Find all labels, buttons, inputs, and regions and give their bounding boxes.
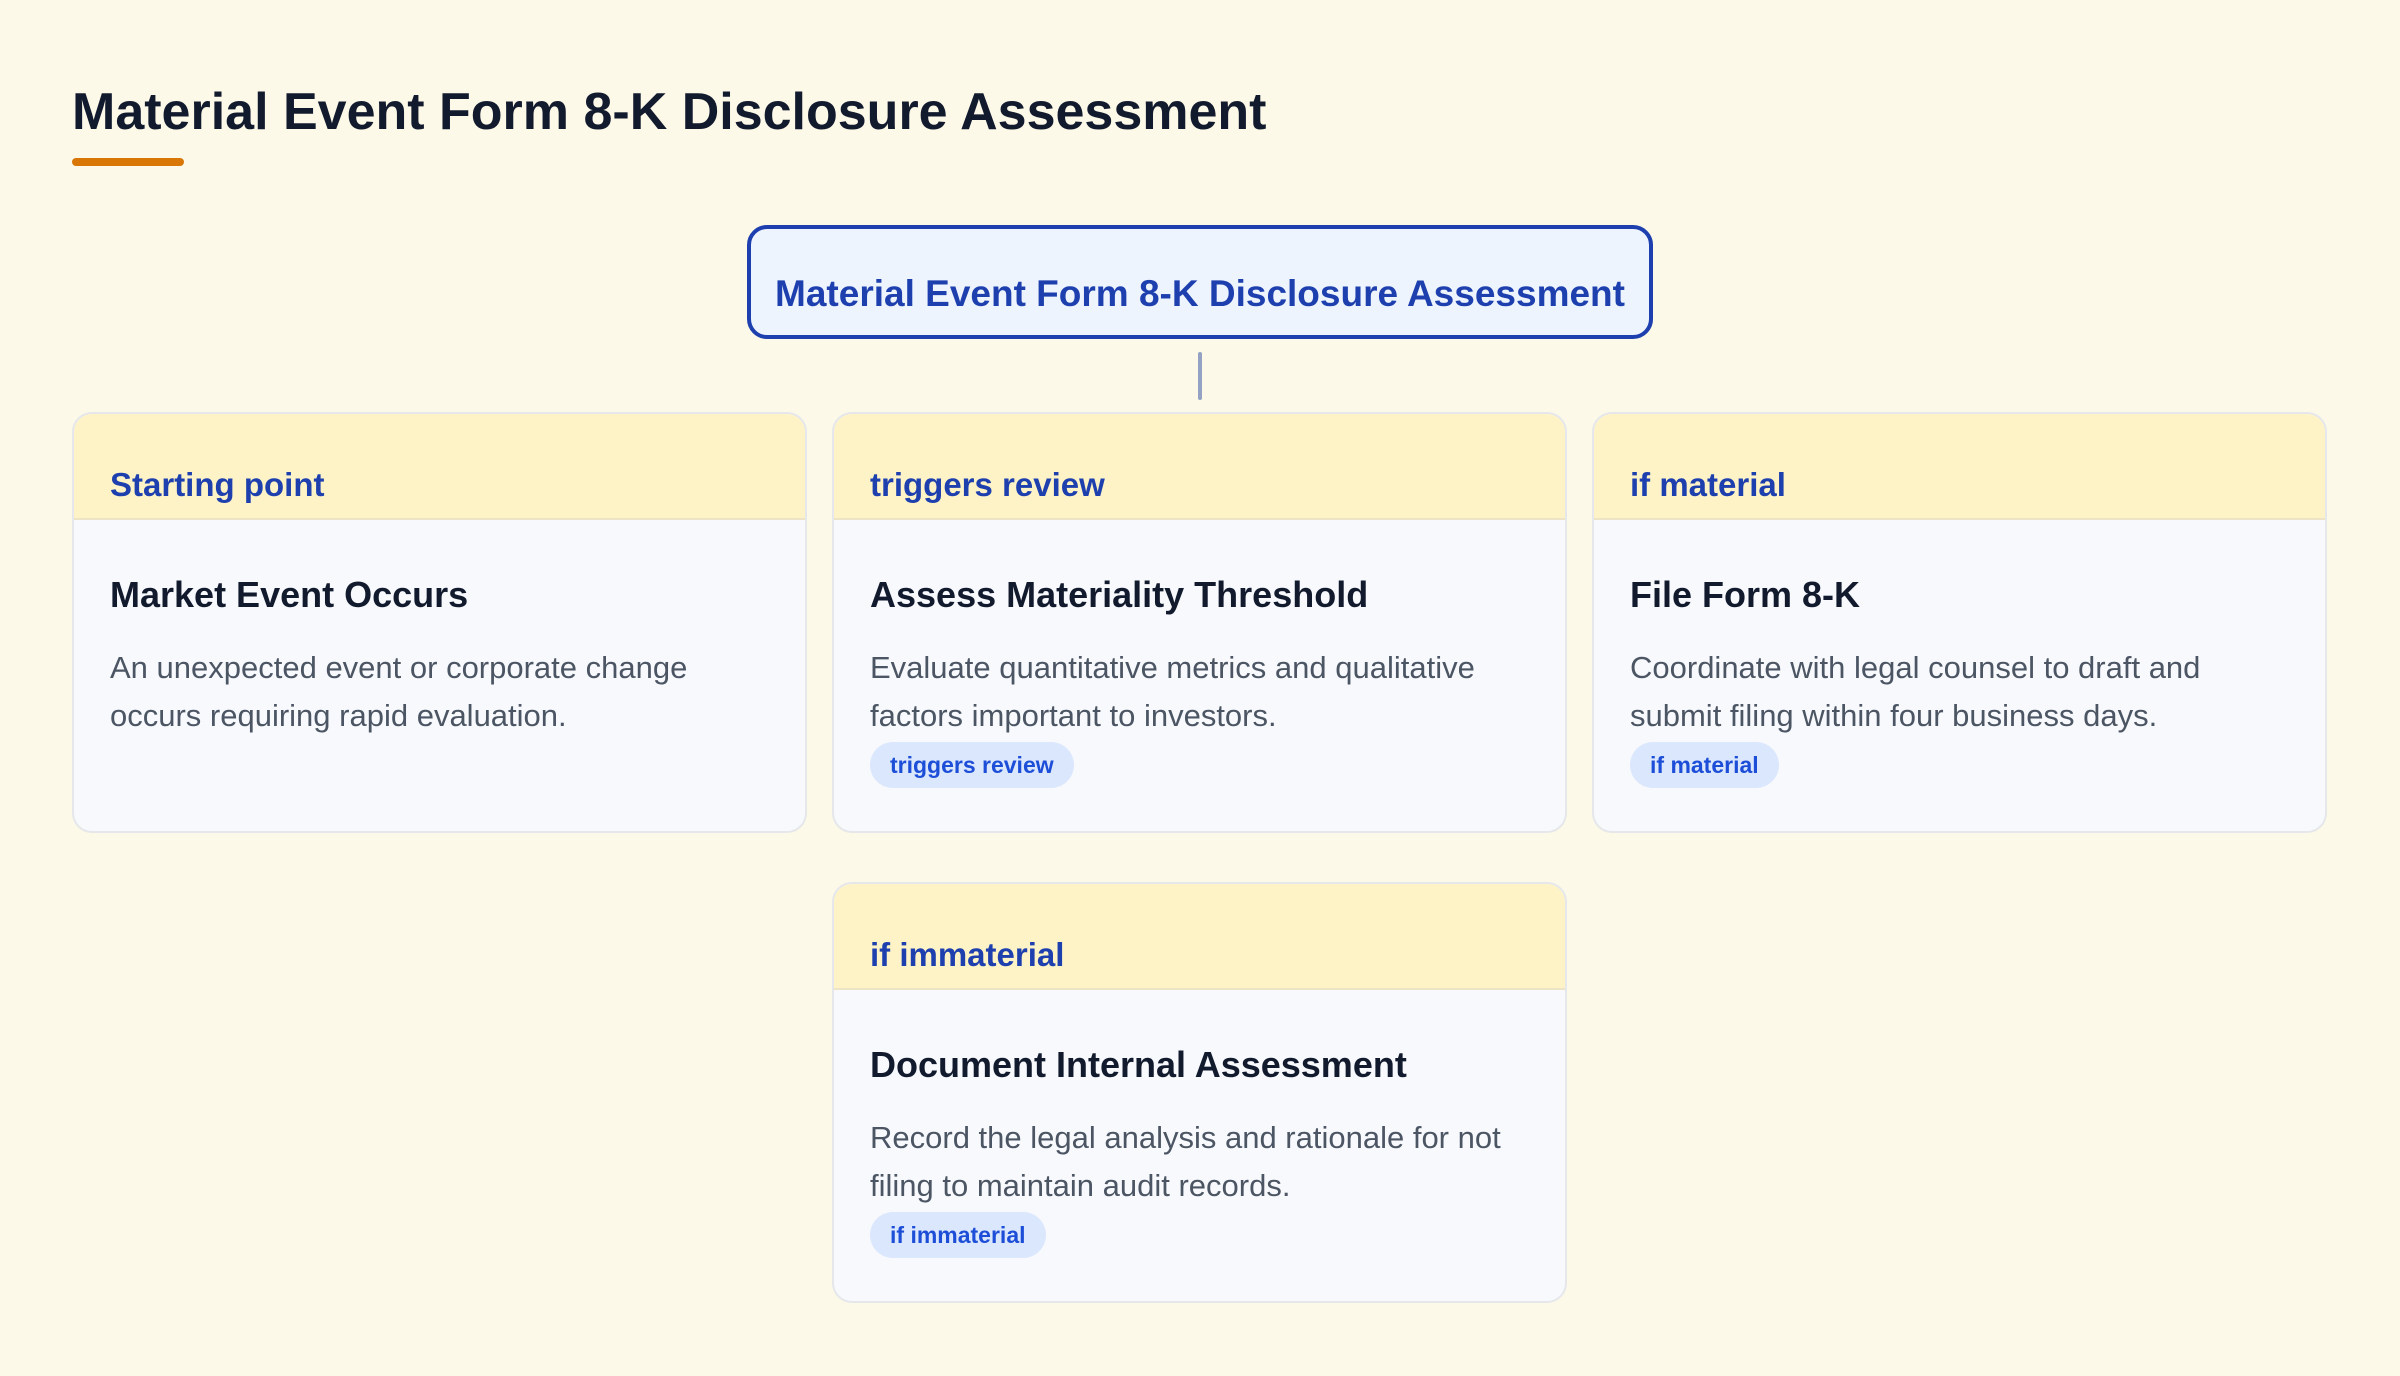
- step-card-title: Document Internal Assessment: [870, 1044, 1407, 1085]
- step-card-tag: triggers review: [870, 466, 1105, 503]
- root-node-label: Material Event Form 8-K Disclosure Asses…: [775, 273, 1625, 314]
- step-card-document-assessment: if immaterial Document Internal Assessme…: [832, 882, 1567, 1303]
- step-card-header: Starting point: [74, 414, 805, 520]
- step-card-badge: triggers review: [870, 742, 1074, 788]
- step-card-badge: if material: [1630, 742, 1779, 788]
- step-card-title: Market Event Occurs: [110, 574, 469, 615]
- title-underline: [72, 158, 184, 166]
- step-card-header: if material: [1594, 414, 2325, 520]
- step-card-body: File Form 8-K Coordinate with legal coun…: [1594, 520, 2325, 788]
- diagram-page: Material Event Form 8-K Disclosure Asses…: [0, 0, 2400, 1376]
- step-card-badge: if immaterial: [870, 1212, 1046, 1258]
- step-card-description: Coordinate with legal counsel to draft a…: [1630, 650, 2201, 733]
- step-card-description: An unexpected event or corporate change …: [110, 650, 688, 733]
- step-card-tag: if immaterial: [870, 936, 1065, 973]
- step-card-body: Assess Materiality Threshold Evaluate qu…: [834, 520, 1565, 788]
- step-card-header: if immaterial: [834, 884, 1565, 990]
- step-card-description: Record the legal analysis and rationale …: [870, 1120, 1501, 1203]
- root-node: Material Event Form 8-K Disclosure Asses…: [747, 225, 1653, 339]
- page-title: Material Event Form 8-K Disclosure Asses…: [72, 83, 1267, 141]
- step-card-tag: if material: [1630, 466, 1786, 503]
- step-card-description: Evaluate quantitative metrics and qualit…: [870, 650, 1475, 733]
- step-card-body: Market Event Occurs An unexpected event …: [74, 520, 805, 740]
- step-card-market-event: Starting point Market Event Occurs An un…: [72, 412, 807, 833]
- step-card-file-8k: if material File Form 8-K Coordinate wit…: [1592, 412, 2327, 833]
- step-card-title: File Form 8-K: [1630, 574, 1861, 615]
- step-card-title: Assess Materiality Threshold: [870, 574, 1369, 615]
- step-card-assess-materiality: triggers review Assess Materiality Thres…: [832, 412, 1567, 833]
- step-card-body: Document Internal Assessment Record the …: [834, 990, 1565, 1258]
- step-card-header: triggers review: [834, 414, 1565, 520]
- root-connector: [1198, 352, 1202, 400]
- step-card-tag: Starting point: [110, 466, 325, 503]
